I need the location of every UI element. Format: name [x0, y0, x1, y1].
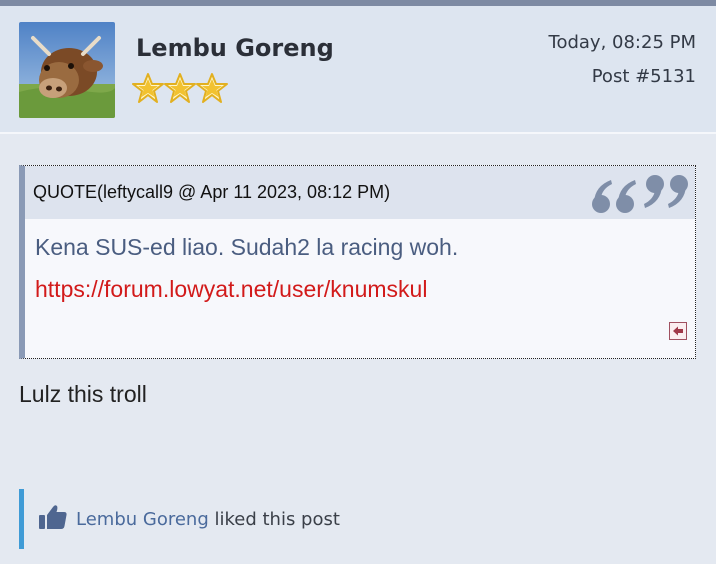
likes-suffix: liked this post [208, 509, 340, 530]
quote-text: Kena SUS-ed liao. Sudah2 la racing woh. [35, 234, 459, 260]
post-header: Lembu Goreng Today, 08:25 PM Post #5131 [0, 6, 716, 134]
quote-header: QUOTE(leftycall9 @ Apr 11 2023, 08:12 PM… [25, 166, 695, 219]
likes-text: Lembu Goreng liked this post [76, 509, 340, 530]
quote-link[interactable]: https://forum.lowyat.net/user/knumskul [35, 276, 427, 303]
likes-panel: Lembu Goreng liked this post [19, 489, 424, 549]
avatar[interactable] [19, 22, 115, 118]
post-body-text: Lulz this troll [19, 381, 147, 407]
back-to-quote-icon[interactable] [669, 322, 687, 340]
avatar-image [19, 22, 115, 118]
star-icon [164, 73, 196, 103]
quotation-marks-icon [592, 175, 688, 213]
post-date: Today, 08:25 PM [548, 32, 696, 53]
star-icon [196, 73, 228, 103]
thumbs-up-icon[interactable] [38, 503, 68, 531]
arrow-left-icon [673, 326, 683, 336]
post-number-link[interactable]: Post #5131 [592, 66, 696, 87]
rank-stars [132, 72, 228, 106]
likes-user-link[interactable]: Lembu Goreng [76, 509, 209, 530]
username[interactable]: Lembu Goreng [136, 34, 334, 62]
quote-block: QUOTE(leftycall9 @ Apr 11 2023, 08:12 PM… [19, 165, 696, 359]
star-icon [132, 73, 164, 103]
quote-title: QUOTE(leftycall9 @ Apr 11 2023, 08:12 PM… [33, 182, 391, 202]
